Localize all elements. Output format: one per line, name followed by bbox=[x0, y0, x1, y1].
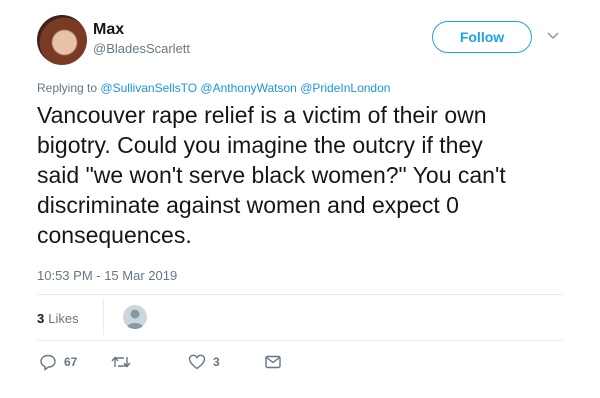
author-avatar[interactable] bbox=[37, 15, 87, 65]
likes-label: Likes bbox=[48, 310, 79, 326]
retweet-icon bbox=[111, 356, 131, 368]
mention-link[interactable]: @AnthonyWatson bbox=[200, 81, 296, 95]
divider bbox=[37, 340, 563, 341]
heart-icon bbox=[188, 354, 206, 370]
reply-button[interactable]: 67 bbox=[39, 350, 77, 374]
follow-button[interactable]: Follow bbox=[432, 21, 532, 53]
likes-separator bbox=[103, 299, 104, 335]
likes-stat[interactable]: 3 Likes bbox=[37, 305, 79, 331]
direct-message-button[interactable] bbox=[264, 350, 282, 374]
default-user-icon bbox=[126, 309, 144, 329]
tweet-text: Vancouver rape relief is a victim of the… bbox=[37, 102, 506, 248]
liker-avatar[interactable] bbox=[123, 305, 147, 329]
author-name[interactable]: Max bbox=[93, 21, 124, 39]
reply-icon bbox=[40, 354, 56, 371]
likes-count: 3 bbox=[37, 310, 45, 326]
mention-link[interactable]: @PrideInLondon bbox=[300, 81, 390, 95]
reply-count: 67 bbox=[64, 355, 78, 369]
author-handle[interactable]: @BladesScarlett bbox=[93, 41, 190, 56]
retweet-button[interactable] bbox=[110, 350, 139, 374]
direct-message-icon bbox=[265, 355, 281, 369]
tweet-timestamp[interactable]: 10:53 PM - 15 Mar 2019 bbox=[37, 268, 177, 283]
like-button[interactable]: 3 bbox=[188, 350, 220, 374]
replying-prefix: Replying to bbox=[37, 81, 98, 95]
chevron-down-icon[interactable] bbox=[546, 28, 560, 42]
like-count: 3 bbox=[213, 355, 220, 369]
mention-link[interactable]: @SullivanSellsTO bbox=[100, 81, 197, 95]
replying-to: Replying to @SullivanSellsTO @AnthonyWat… bbox=[37, 81, 390, 95]
divider bbox=[37, 294, 563, 295]
